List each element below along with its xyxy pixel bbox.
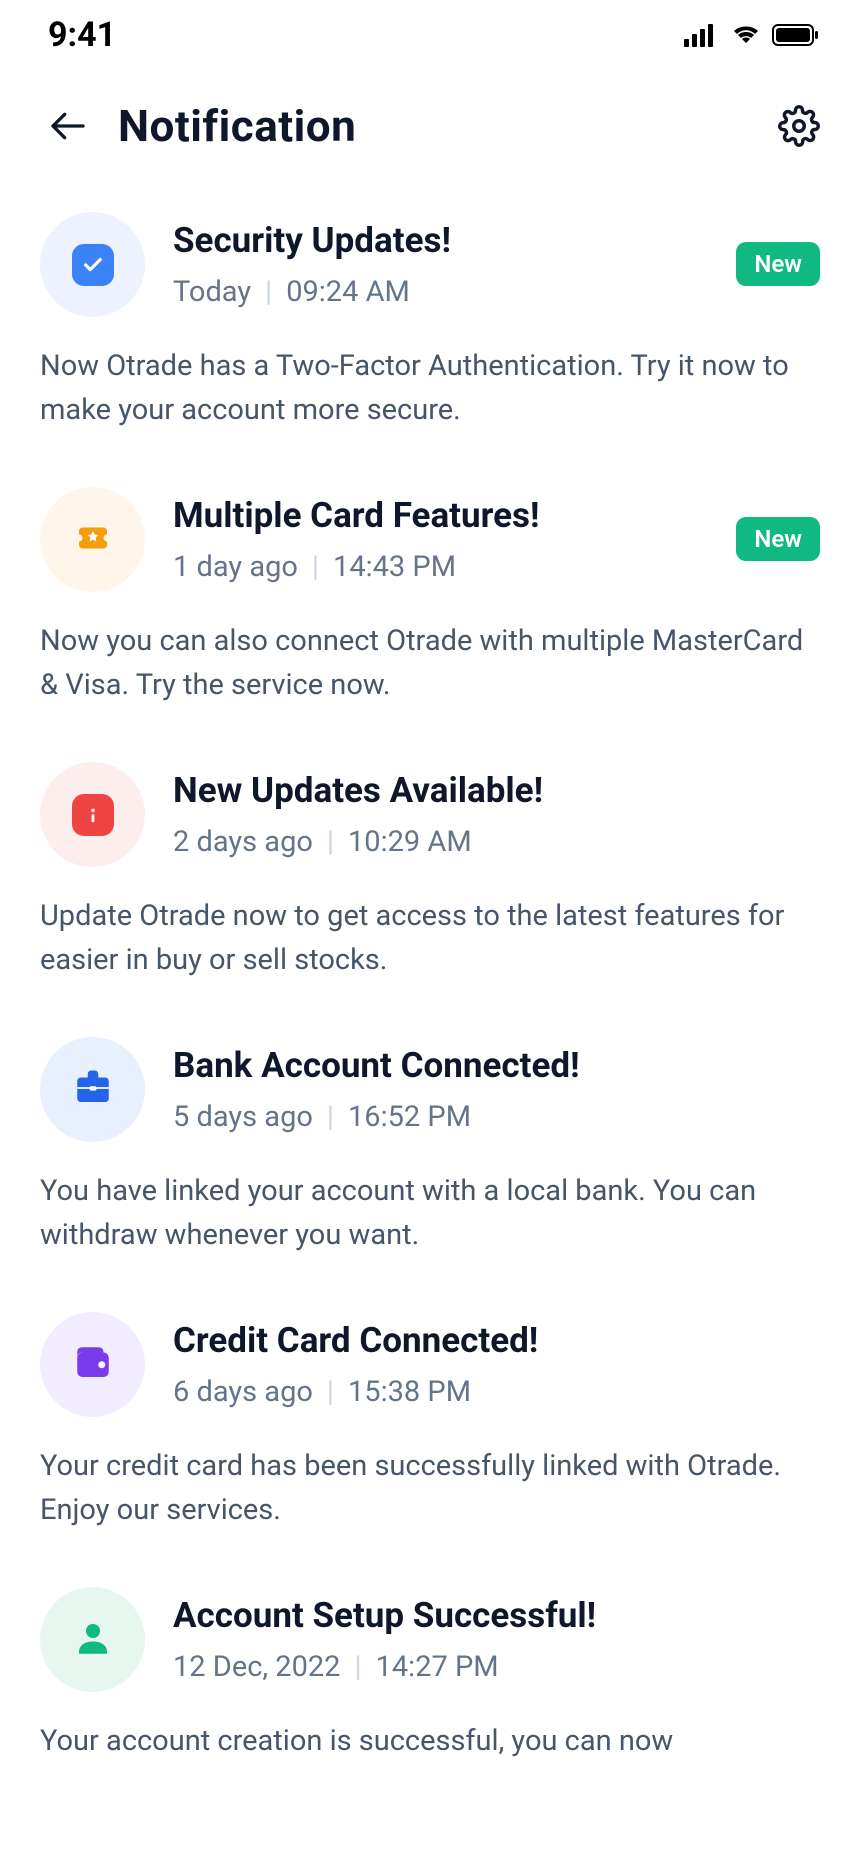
- arrow-left-icon: [48, 106, 88, 146]
- notification-body: Update Otrade now to get access to the l…: [40, 895, 820, 982]
- notification-item[interactable]: Multiple Card Features! 1 day ago | 14:4…: [40, 487, 820, 707]
- notification-text: Account Setup Successful! 12 Dec, 2022 |…: [173, 1595, 820, 1684]
- back-button[interactable]: [48, 106, 88, 146]
- notification-time: 10:29 AM: [348, 825, 472, 859]
- meta-separator: |: [327, 1100, 334, 1134]
- notification-body: Your account creation is successful, you…: [40, 1720, 820, 1764]
- notifications-list: Security Updates! Today | 09:24 AM New N…: [0, 182, 860, 1764]
- header: Notification: [0, 70, 860, 182]
- notification-icon-wrap: [40, 1037, 145, 1142]
- notification-meta: 2 days ago | 10:29 AM: [173, 825, 820, 859]
- wifi-icon: [730, 23, 762, 47]
- notification-header: Multiple Card Features! 1 day ago | 14:4…: [40, 487, 820, 592]
- wallet-icon: [72, 1342, 114, 1388]
- new-badge: New: [736, 242, 820, 286]
- info-icon: [72, 794, 114, 836]
- meta-separator: |: [327, 825, 334, 859]
- ticket-icon: [72, 517, 114, 563]
- notification-header: Bank Account Connected! 5 days ago | 16:…: [40, 1037, 820, 1142]
- notification-item[interactable]: Bank Account Connected! 5 days ago | 16:…: [40, 1037, 820, 1257]
- notification-title: Account Setup Successful!: [173, 1595, 820, 1636]
- status-time: 9:41: [48, 15, 116, 55]
- user-icon: [72, 1617, 114, 1663]
- notification-body: You have linked your account with a loca…: [40, 1170, 820, 1257]
- notification-icon-wrap: [40, 212, 145, 317]
- check-icon: [72, 244, 114, 286]
- notification-text: Credit Card Connected! 6 days ago | 15:3…: [173, 1320, 820, 1409]
- notification-date: Today: [173, 275, 251, 309]
- notification-header: New Updates Available! 2 days ago | 10:2…: [40, 762, 820, 867]
- notification-date: 6 days ago: [173, 1375, 313, 1409]
- notification-meta: 5 days ago | 16:52 PM: [173, 1100, 820, 1134]
- notification-text: Security Updates! Today | 09:24 AM: [173, 220, 820, 309]
- notification-meta: Today | 09:24 AM: [173, 275, 820, 309]
- status-bar: 9:41: [0, 0, 860, 70]
- settings-button[interactable]: [778, 105, 820, 147]
- status-icons: [684, 23, 820, 47]
- notification-text: Multiple Card Features! 1 day ago | 14:4…: [173, 495, 820, 584]
- notification-header: Security Updates! Today | 09:24 AM New: [40, 212, 820, 317]
- meta-separator: |: [354, 1650, 361, 1684]
- notification-time: 14:43 PM: [333, 550, 456, 584]
- notification-title: Multiple Card Features!: [173, 495, 820, 536]
- notification-icon-wrap: [40, 762, 145, 867]
- notification-text: Bank Account Connected! 5 days ago | 16:…: [173, 1045, 820, 1134]
- briefcase-icon: [72, 1067, 114, 1113]
- notification-header: Account Setup Successful! 12 Dec, 2022 |…: [40, 1587, 820, 1692]
- notification-icon-wrap: [40, 1312, 145, 1417]
- notification-body: Now Otrade has a Two-Factor Authenticati…: [40, 345, 820, 432]
- notification-time: 16:52 PM: [348, 1100, 471, 1134]
- notification-text: New Updates Available! 2 days ago | 10:2…: [173, 770, 820, 859]
- notification-title: Bank Account Connected!: [173, 1045, 820, 1086]
- notification-icon-wrap: [40, 1587, 145, 1692]
- notification-item[interactable]: Credit Card Connected! 6 days ago | 15:3…: [40, 1312, 820, 1532]
- notification-title: Security Updates!: [173, 220, 820, 261]
- meta-separator: |: [265, 275, 272, 309]
- notification-body: Now you can also connect Otrade with mul…: [40, 620, 820, 707]
- meta-separator: |: [327, 1375, 334, 1409]
- notification-date: 12 Dec, 2022: [173, 1650, 340, 1684]
- notification-icon-wrap: [40, 487, 145, 592]
- notification-meta: 1 day ago | 14:43 PM: [173, 550, 820, 584]
- notification-date: 2 days ago: [173, 825, 313, 859]
- notification-item[interactable]: Security Updates! Today | 09:24 AM New N…: [40, 212, 820, 432]
- battery-icon: [772, 23, 820, 47]
- notification-title: Credit Card Connected!: [173, 1320, 820, 1361]
- signal-icon: [684, 23, 720, 47]
- notification-header: Credit Card Connected! 6 days ago | 15:3…: [40, 1312, 820, 1417]
- notification-item[interactable]: New Updates Available! 2 days ago | 10:2…: [40, 762, 820, 982]
- notification-date: 1 day ago: [173, 550, 298, 584]
- notification-time: 09:24 AM: [286, 275, 410, 309]
- notification-meta: 12 Dec, 2022 | 14:27 PM: [173, 1650, 820, 1684]
- notification-time: 15:38 PM: [348, 1375, 471, 1409]
- notification-item[interactable]: Account Setup Successful! 12 Dec, 2022 |…: [40, 1587, 820, 1764]
- meta-separator: |: [312, 550, 319, 584]
- gear-icon: [778, 105, 820, 147]
- notification-meta: 6 days ago | 15:38 PM: [173, 1375, 820, 1409]
- notification-body: Your credit card has been successfully l…: [40, 1445, 820, 1532]
- notification-date: 5 days ago: [173, 1100, 313, 1134]
- notification-title: New Updates Available!: [173, 770, 820, 811]
- new-badge: New: [736, 517, 820, 561]
- notification-time: 14:27 PM: [376, 1650, 499, 1684]
- page-title: Notification: [118, 100, 748, 152]
